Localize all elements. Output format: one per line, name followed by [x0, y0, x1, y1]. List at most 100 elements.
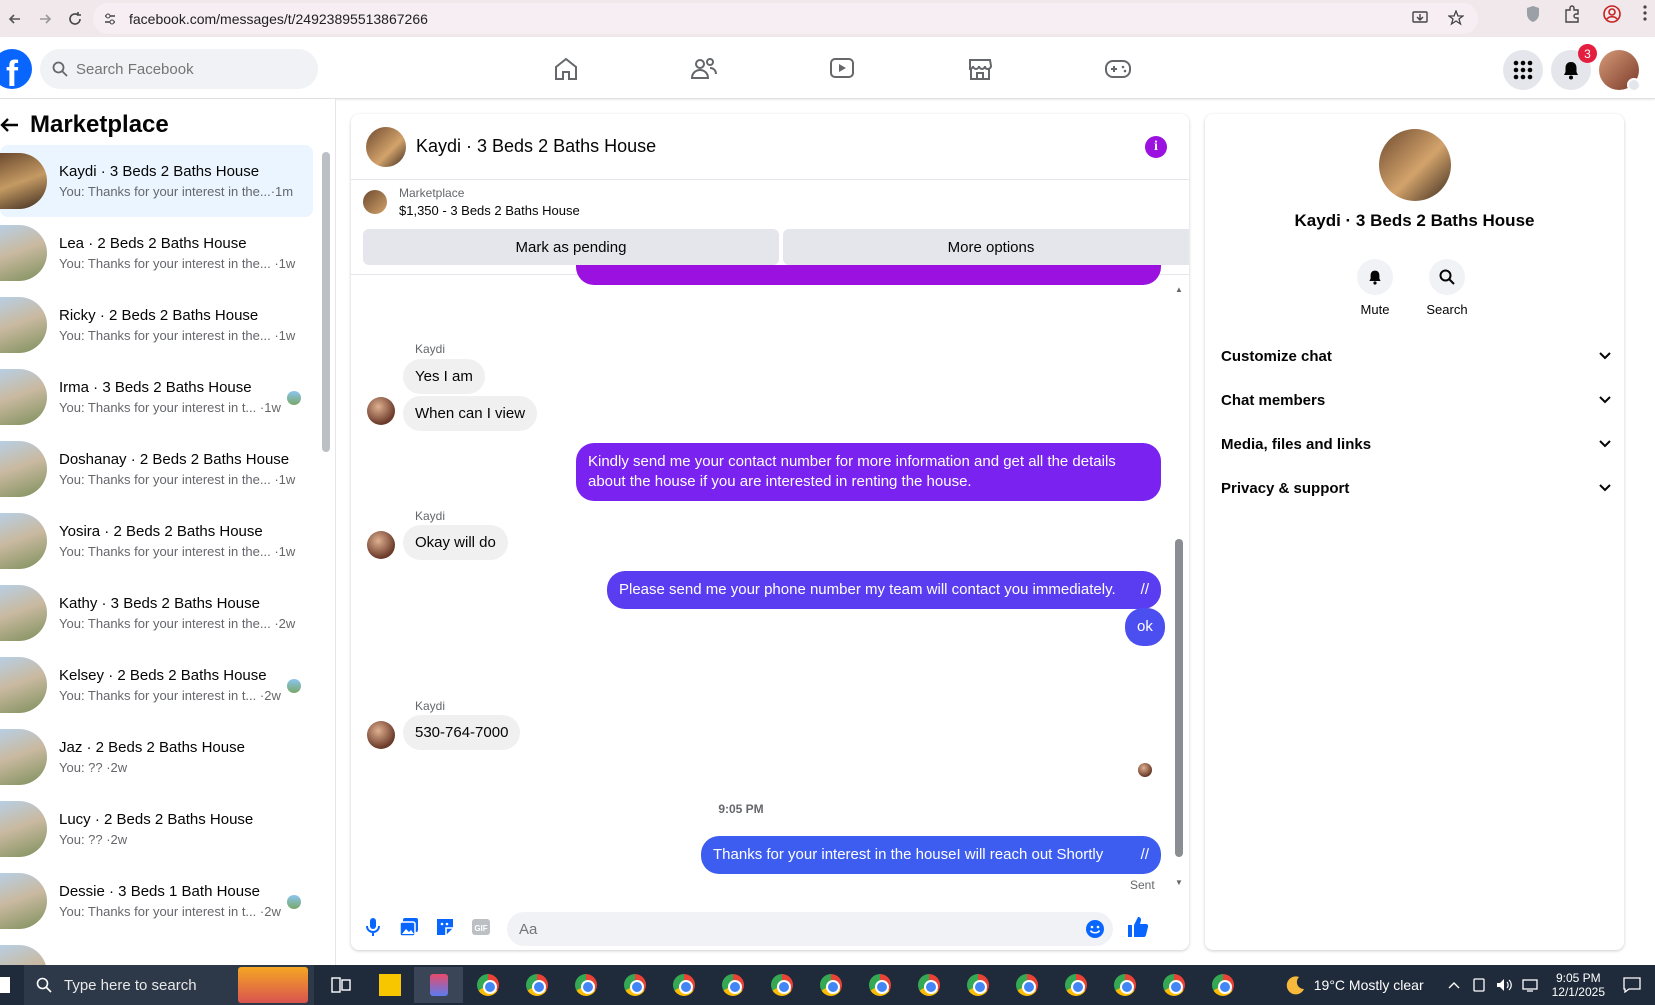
weather-moon-icon[interactable]: [1284, 974, 1306, 996]
chat-avatar[interactable]: [366, 126, 406, 167]
conversation-item[interactable]: Irma · 3 Beds 2 Baths House You: Thanks f…: [0, 361, 313, 433]
chat-title[interactable]: Kaydi · 3 Beds 2 Baths House: [416, 136, 656, 157]
facebook-search[interactable]: [40, 49, 318, 89]
scroll-down-icon[interactable]: ▼: [1175, 878, 1183, 887]
contact-avatar[interactable]: [1379, 129, 1451, 201]
photo-icon[interactable]: [391, 917, 427, 937]
mark-pending-button[interactable]: Mark as pending: [363, 229, 779, 265]
taskbar-search[interactable]: Type here to search: [24, 965, 314, 1005]
task-view-icon[interactable]: [316, 967, 365, 1003]
incoming-message[interactable]: Okay will do: [403, 525, 508, 560]
volume-icon[interactable]: [1496, 978, 1512, 992]
outgoing-message[interactable]: Kindly send me your contact number for m…: [576, 443, 1161, 501]
conversation-item[interactable]: Thamer · 2 Beds 2 Baths House: [0, 937, 313, 965]
home-icon[interactable]: [497, 51, 635, 87]
chrome-window-icon[interactable]: [1149, 967, 1198, 1003]
privacy-support-section[interactable]: Privacy & support: [1221, 466, 1611, 510]
more-options-button[interactable]: More options: [783, 229, 1189, 265]
outgoing-message[interactable]: Thanks for your interest in the houseI w…: [701, 836, 1161, 874]
chrome-window-icon[interactable]: [561, 967, 610, 1003]
message-input[interactable]: [519, 920, 1059, 938]
outgoing-message[interactable]: Please send me your phone number my team…: [607, 571, 1161, 609]
chat-scrollbar[interactable]: ▲ ▼: [1175, 285, 1183, 887]
chrome-window-icon[interactable]: [806, 967, 855, 1003]
conversation-item[interactable]: Doshanay · 2 Beds 2 Baths House You: Than…: [0, 433, 313, 505]
chrome-window-icon[interactable]: [708, 967, 757, 1003]
gaming-icon[interactable]: [1049, 51, 1187, 87]
sidebar-scrollbar[interactable]: [322, 152, 330, 452]
extensions-icon[interactable]: [1563, 5, 1581, 23]
chrome-window-icon[interactable]: [610, 967, 659, 1003]
conversation-item[interactable]: Lucy · 2 Beds 2 Baths House You: ?? ·2w: [0, 793, 313, 865]
snipping-app-icon[interactable]: [414, 967, 463, 1003]
clock[interactable]: 9:05 PM 12/1/2025: [1552, 971, 1605, 999]
scroll-up-icon[interactable]: ▲: [1175, 285, 1183, 294]
shield-extension-icon[interactable]: [1525, 5, 1541, 23]
mute-button[interactable]: Mute: [1340, 259, 1410, 317]
conversation-item[interactable]: Kathy · 3 Beds 2 Baths House You: Thanks …: [0, 577, 313, 649]
profile-icon[interactable]: [1603, 5, 1621, 23]
chat-members-section[interactable]: Chat members: [1221, 378, 1611, 422]
search-input[interactable]: [76, 60, 296, 78]
chrome-window-icon[interactable]: [463, 967, 512, 1003]
battery-icon[interactable]: [1472, 978, 1486, 992]
friends-icon[interactable]: [635, 51, 773, 87]
sender-avatar[interactable]: [367, 531, 395, 559]
conversation-item[interactable]: Dessie · 3 Beds 1 Bath House You: Thanks …: [0, 865, 313, 937]
media-files-section[interactable]: Media, files and links: [1221, 422, 1611, 466]
incoming-message[interactable]: Yes I am: [403, 359, 485, 394]
network-icon[interactable]: [1521, 978, 1538, 992]
chrome-window-icon[interactable]: [1002, 967, 1051, 1003]
account-avatar[interactable]: [1599, 50, 1641, 92]
back-arrow-icon[interactable]: [0, 117, 20, 133]
chrome-window-icon[interactable]: [757, 967, 806, 1003]
reload-icon[interactable]: [60, 11, 90, 27]
chrome-window-icon[interactable]: [1100, 967, 1149, 1003]
like-thumb-icon[interactable]: [1127, 916, 1149, 938]
conversation-item[interactable]: Jaz · 2 Beds 2 Baths House You: ?? ·2w: [0, 721, 313, 793]
incoming-message[interactable]: 530-764-7000: [403, 715, 521, 750]
conversation-item[interactable]: Yosira · 2 Beds 2 Baths House You: Thanks…: [0, 505, 313, 577]
customize-chat-section[interactable]: Customize chat: [1221, 334, 1611, 378]
chrome-window-icon[interactable]: [1051, 967, 1100, 1003]
emoji-icon[interactable]: [1085, 919, 1105, 939]
conversation-item[interactable]: Kaydi · 3 Beds 2 Baths House You: Thanks …: [0, 145, 313, 217]
account-chevron-icon[interactable]: [1627, 78, 1641, 92]
marketplace-icon[interactable]: [911, 51, 1049, 87]
chrome-window-icon[interactable]: [953, 967, 1002, 1003]
incoming-message[interactable]: When can I view: [403, 396, 538, 431]
conversation-item[interactable]: Ricky · 2 Beds 2 Baths House You: Thanks …: [0, 289, 313, 361]
outgoing-message[interactable]: ok: [1125, 608, 1165, 646]
bookmark-star-icon[interactable]: [1448, 10, 1464, 26]
url-text[interactable]: facebook.com/messages/t/2492389551386726…: [129, 11, 428, 27]
chat-scroll-thumb[interactable]: [1175, 539, 1183, 857]
sticky-notes-icon[interactable]: [365, 967, 414, 1003]
install-icon[interactable]: [1412, 10, 1428, 26]
browser-menu-icon[interactable]: [1643, 5, 1647, 23]
address-bar[interactable]: facebook.com/messages/t/2492389551386726…: [93, 3, 1478, 34]
site-info-icon[interactable]: [103, 12, 117, 26]
gif-icon[interactable]: GIF: [463, 918, 499, 936]
sender-avatar[interactable]: [367, 397, 395, 425]
start-icon[interactable]: [0, 977, 10, 993]
listing-summary[interactable]: Marketplace $1,350 - 3 Beds 2 Baths Hous…: [363, 186, 580, 218]
search-conversation-button[interactable]: Search: [1412, 259, 1482, 317]
menu-grid-icon[interactable]: [1503, 50, 1543, 90]
message-composer[interactable]: [507, 912, 1113, 946]
chrome-window-icon[interactable]: [512, 967, 561, 1003]
microphone-icon[interactable]: [355, 917, 391, 937]
chrome-window-icon[interactable]: [1198, 967, 1247, 1003]
info-icon[interactable]: i: [1145, 136, 1167, 158]
video-icon[interactable]: [773, 51, 911, 87]
weather-text[interactable]: 19°C Mostly clear: [1314, 977, 1424, 993]
show-hidden-icons-icon[interactable]: [1448, 981, 1460, 989]
back-icon[interactable]: [0, 12, 30, 26]
notifications-bell-icon[interactable]: 3: [1551, 44, 1597, 90]
sender-avatar[interactable]: [367, 721, 395, 749]
chrome-window-icon[interactable]: [855, 967, 904, 1003]
chrome-window-icon[interactable]: [904, 967, 953, 1003]
chrome-window-icon[interactable]: [659, 967, 708, 1003]
sticker-icon[interactable]: [427, 917, 463, 937]
forward-icon[interactable]: [30, 12, 60, 26]
notification-center-icon[interactable]: [1623, 977, 1641, 993]
